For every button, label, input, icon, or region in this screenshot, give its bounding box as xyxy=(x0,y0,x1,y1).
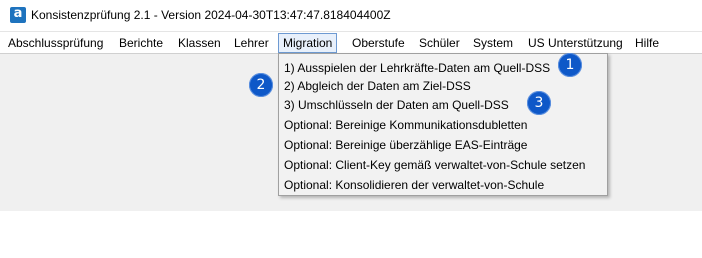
menu-item-ausspielen-lehrkraefte[interactable]: 1) Ausspielen der Lehrkräfte-Daten am Qu… xyxy=(284,58,550,78)
menu-item-bereinige-eas-eintraege[interactable]: Optional: Bereinige überzählige EAS-Eint… xyxy=(284,135,527,155)
menu-item-umschluesseln-quell-dss[interactable]: 3) Umschlüsseln der Daten am Quell-DSS xyxy=(284,95,509,115)
step-badge-2: 2 xyxy=(249,73,273,97)
application-window: a Konsistenzprüfung 2.1 - Version 2024-0… xyxy=(0,0,702,211)
menu-oberstufe[interactable]: Oberstufe xyxy=(348,33,409,53)
menu-berichte[interactable]: Berichte xyxy=(115,33,167,53)
menu-item-bereinige-kommunikationsdubletten[interactable]: Optional: Bereinige Kommunikationsdublet… xyxy=(284,115,527,135)
app-logo-icon: a xyxy=(10,6,26,23)
step-badge-1: 1 xyxy=(558,53,582,77)
menu-migration[interactable]: Migration xyxy=(278,33,338,53)
menu-schueler[interactable]: Schüler xyxy=(415,33,464,53)
menu-item-abgleich-ziel-dss[interactable]: 2) Abgleich der Daten am Ziel-DSS xyxy=(284,76,471,96)
title-bar: a Konsistenzprüfung 2.1 - Version 2024-0… xyxy=(0,0,702,32)
menu-abschlusspruefung[interactable]: Abschlussprüfung xyxy=(4,33,107,53)
window-title: Konsistenzprüfung 2.1 - Version 2024-04-… xyxy=(31,8,391,22)
app-logo-letter: a xyxy=(13,6,23,21)
step-badge-3: 3 xyxy=(527,91,551,115)
menu-hilfe[interactable]: Hilfe xyxy=(631,33,663,53)
menu-bar: Abschlussprüfung Berichte Klassen Lehrer… xyxy=(0,32,702,54)
menu-item-konsolidieren-verwaltet-von-schule[interactable]: Optional: Konsolidieren der verwaltet-vo… xyxy=(284,175,544,195)
migration-dropdown-menu: 1) Ausspielen der Lehrkräfte-Daten am Qu… xyxy=(278,53,608,196)
menu-lehrer[interactable]: Lehrer xyxy=(230,33,273,53)
menu-us-unterstuetzung[interactable]: US Unterstützung xyxy=(524,33,627,53)
menu-item-client-key-setzen[interactable]: Optional: Client-Key gemäß verwaltet-von… xyxy=(284,155,585,175)
menu-klassen[interactable]: Klassen xyxy=(174,33,225,53)
menu-system[interactable]: System xyxy=(469,33,517,53)
